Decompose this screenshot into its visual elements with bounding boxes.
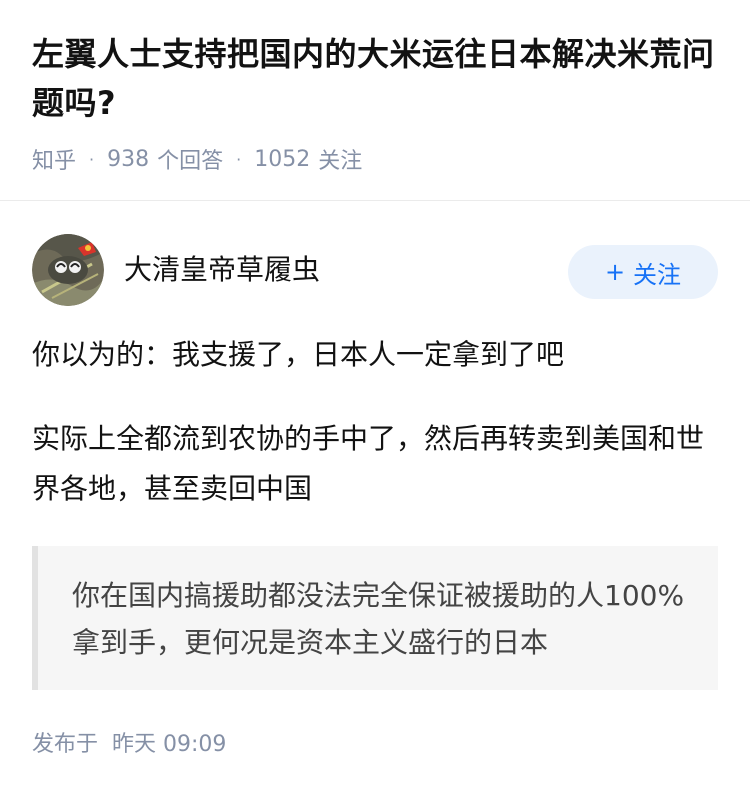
published-label: 发布于: [32, 732, 99, 757]
answer-footer: 发布于 昨天 09:09: [32, 726, 226, 758]
follower-count-label: 关注: [318, 149, 363, 174]
published-time: 昨天 09:09: [112, 732, 227, 757]
follower-count: 1052: [254, 146, 311, 172]
blockquote-text: 你在国内搞援助都没法完全保证被援助的人100%拿到手，更何况是资本主义盛行的日本: [72, 579, 685, 659]
blockquote: 你在国内搞援助都没法完全保证被援助的人100%拿到手，更何况是资本主义盛行的日本: [32, 546, 718, 690]
avatar-image: [32, 234, 104, 306]
answer-paragraph: 实际上全都流到农协的手中了，然后再转卖到美国和世界各地，甚至卖回中国: [32, 422, 705, 505]
question-meta: 知乎 · 938 个回答 · 1052 关注: [32, 143, 722, 175]
source-label[interactable]: 知乎: [32, 143, 76, 175]
author-name[interactable]: 大清皇帝草履虫: [124, 248, 568, 288]
question-title[interactable]: 左翼人士支持把国内的大米运往日本解决米荒问题吗?: [32, 30, 722, 128]
meta-separator: ·: [89, 149, 95, 169]
follow-button-label: 关注: [633, 260, 682, 289]
meta-separator: ·: [236, 149, 242, 169]
answer-paragraph: 你以为的：我支援了，日本人一定拿到了吧: [32, 338, 565, 371]
answer-count: 938: [107, 146, 150, 172]
plus-icon: +: [604, 258, 626, 286]
question-header: 左翼人士支持把国内的大米运往日本解决米荒问题吗? 知乎 · 938 个回答 · …: [32, 30, 722, 174]
answer-content: 你以为的：我支援了，日本人一定拿到了吧 实际上全都流到农协的手中了，然后再转卖到…: [32, 330, 718, 514]
section-divider: [0, 200, 750, 201]
author-row: 大清皇帝草履虫 + 关注: [32, 234, 718, 306]
answer-count-label: 个回答: [157, 149, 224, 174]
avatar[interactable]: [32, 234, 104, 306]
follow-button[interactable]: + 关注: [568, 245, 718, 299]
